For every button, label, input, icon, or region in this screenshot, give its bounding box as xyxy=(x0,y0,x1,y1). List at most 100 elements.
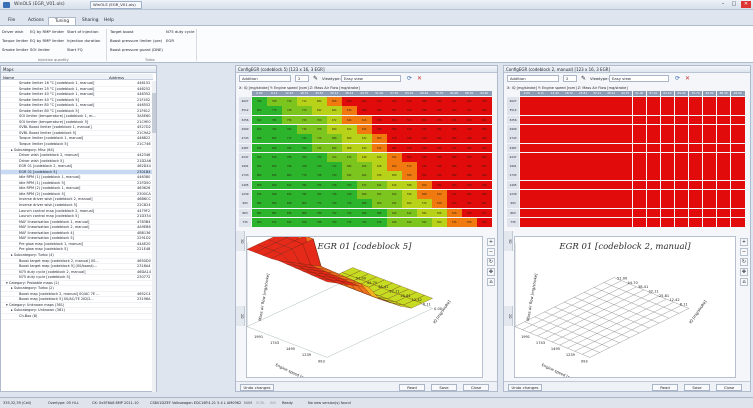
map-cell[interactable]: 532 xyxy=(432,180,447,190)
x-axis-header[interactable]: 88.30 xyxy=(716,91,731,96)
map-cell[interactable] xyxy=(534,97,548,106)
y-axis-header[interactable]: 993 xyxy=(507,199,519,209)
map-cell[interactable] xyxy=(660,190,675,199)
map-cell[interactable] xyxy=(716,190,731,199)
map-cell[interactable]: 488 xyxy=(447,162,462,171)
map-cell[interactable] xyxy=(576,217,590,227)
map-cell[interactable]: 820 xyxy=(252,124,267,134)
map-cell[interactable] xyxy=(632,124,647,134)
map-cell[interactable] xyxy=(618,134,632,143)
y-axis-header[interactable]: 3512 xyxy=(239,106,251,116)
map-cell[interactable] xyxy=(730,190,745,199)
map-cell[interactable] xyxy=(618,199,632,209)
pen-icon[interactable]: ✎ xyxy=(581,75,586,82)
map-cell[interactable] xyxy=(674,106,689,116)
map-cell[interactable] xyxy=(590,97,604,106)
map-cell[interactable]: 544 xyxy=(417,162,432,171)
map-cell[interactable]: 528 xyxy=(417,143,432,153)
map-cell[interactable]: 640 xyxy=(357,143,372,153)
x-axis-header[interactable]: 44.70 xyxy=(618,91,632,96)
map-cell[interactable]: 516 xyxy=(432,162,447,171)
map-cell[interactable]: 836 xyxy=(282,208,297,218)
x-axis-header[interactable]: 94.60 xyxy=(477,91,492,96)
y-axis-header[interactable]: 3256 xyxy=(507,115,519,125)
y-axis-header[interactable]: 735 xyxy=(507,217,519,227)
map-cell[interactable]: 652 xyxy=(342,124,357,134)
map-cell[interactable]: 800 xyxy=(267,134,282,143)
map-cell[interactable] xyxy=(660,143,675,153)
ribbon-item-col3-2[interactable]: Start FQ xyxy=(67,47,83,52)
map-cell[interactable]: 728 xyxy=(297,115,312,125)
tab-2d[interactable]: 2D xyxy=(504,306,513,326)
map-cell[interactable]: 660 xyxy=(372,199,387,209)
map-cell[interactable] xyxy=(562,180,576,190)
map-cell[interactable] xyxy=(674,143,689,153)
ribbon-item-col3-0[interactable]: Start of injection xyxy=(67,29,99,34)
map-cell[interactable]: 612 xyxy=(402,208,417,218)
map-cell[interactable]: 628 xyxy=(372,162,387,171)
map-cell[interactable] xyxy=(674,124,689,134)
x-axis-header[interactable]: 12.42 xyxy=(548,91,562,96)
map-cell[interactable]: 604 xyxy=(372,134,387,143)
map-cell[interactable]: 800 xyxy=(297,199,312,209)
y-axis-header[interactable]: 993 xyxy=(239,199,251,209)
map-cell[interactable]: 480 xyxy=(477,217,492,227)
map-cell[interactable]: 564 xyxy=(432,217,447,227)
map-cell[interactable] xyxy=(562,134,576,143)
map-cell[interactable] xyxy=(618,162,632,171)
map-cell[interactable]: 744 xyxy=(327,199,342,209)
map-cell[interactable]: 772 xyxy=(282,134,297,143)
read-button[interactable]: Read xyxy=(399,383,425,391)
map-cell[interactable]: 616 xyxy=(357,115,372,125)
map-cell[interactable]: 624 xyxy=(387,190,402,199)
map-cell[interactable] xyxy=(520,124,534,134)
map-cell[interactable]: 488 xyxy=(417,97,432,106)
map-cell[interactable] xyxy=(632,190,647,199)
map-cell[interactable]: 788 xyxy=(282,152,297,162)
map-cell[interactable] xyxy=(590,162,604,171)
map-cell[interactable] xyxy=(660,124,675,134)
y-axis-header[interactable]: 2487 xyxy=(239,143,251,153)
map-cell[interactable] xyxy=(590,180,604,190)
y-axis-header[interactable]: 4027 xyxy=(239,97,251,106)
map-cell[interactable] xyxy=(562,199,576,209)
ribbon-item-col1-0[interactable]: Driver wish xyxy=(2,29,23,34)
map-cell[interactable]: 588 xyxy=(372,115,387,125)
map-cell[interactable] xyxy=(548,134,562,143)
map-cell[interactable]: 440 xyxy=(447,106,462,116)
map-cell[interactable]: 444 xyxy=(462,143,477,153)
x-axis-header[interactable]: 82.00 xyxy=(702,91,717,96)
x-axis-header[interactable]: 69.40 xyxy=(417,91,432,96)
map-cell[interactable] xyxy=(534,208,548,218)
x-axis-header[interactable]: 75.70 xyxy=(688,91,703,96)
menu-tab-file[interactable]: File xyxy=(2,17,21,25)
map-cell[interactable]: 784 xyxy=(297,180,312,190)
map-cell[interactable] xyxy=(674,152,689,162)
map-cell[interactable] xyxy=(730,180,745,190)
map-cell[interactable] xyxy=(520,190,534,199)
map-cell[interactable]: 684 xyxy=(342,162,357,171)
map-cell[interactable] xyxy=(716,152,731,162)
map-cell[interactable] xyxy=(534,190,548,199)
map-cell[interactable] xyxy=(604,199,618,209)
map-cell[interactable] xyxy=(646,180,661,190)
map-cell[interactable] xyxy=(534,124,548,134)
map-cell[interactable] xyxy=(730,152,745,162)
map-cell[interactable] xyxy=(562,190,576,199)
map-cell[interactable]: 668 xyxy=(372,208,387,218)
map-cell[interactable]: 460 xyxy=(432,97,447,106)
map-cell[interactable]: 692 xyxy=(312,106,327,116)
map-cell[interactable] xyxy=(534,162,548,171)
map-cell[interactable]: 696 xyxy=(327,143,342,153)
map-cell[interactable]: 512 xyxy=(417,124,432,134)
map-cell[interactable]: 732 xyxy=(342,217,357,227)
y-axis-header[interactable]: 2999 xyxy=(507,124,519,134)
map-cell[interactable]: 836 xyxy=(252,143,267,153)
map-cell[interactable] xyxy=(604,171,618,181)
map-cell[interactable]: 852 xyxy=(252,162,267,171)
close-window-button[interactable]: ✕ xyxy=(741,1,751,8)
map-cell[interactable] xyxy=(534,199,548,209)
map-cell[interactable]: 620 xyxy=(402,217,417,227)
map-cell[interactable] xyxy=(604,124,618,134)
map-cell[interactable]: 724 xyxy=(342,208,357,218)
